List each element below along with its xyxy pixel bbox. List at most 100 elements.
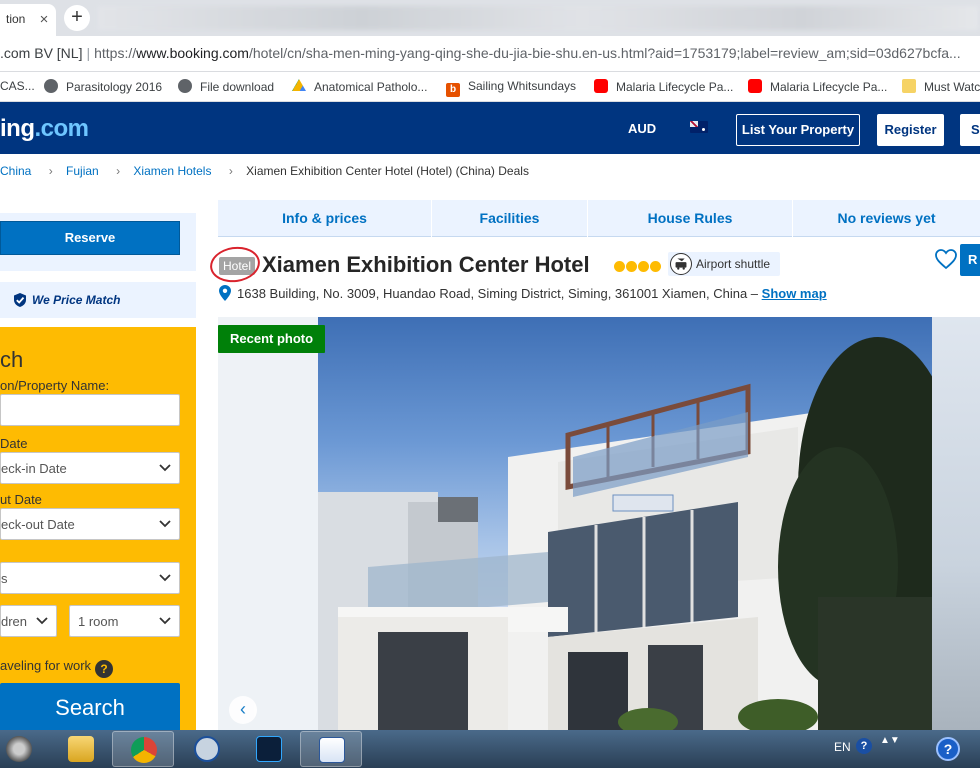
shuttle-bus-icon <box>670 253 692 275</box>
breadcrumb-separator: › <box>48 164 53 178</box>
bookmarks-bar: CAS... Parasitology 2016 File download A… <box>0 72 980 102</box>
browser-tab-active[interactable]: tion × <box>0 4 56 36</box>
address-text: 1638 Building, No. 3009, Huandao Road, S… <box>237 286 759 301</box>
rooms-select[interactable]: 1 room <box>69 605 180 637</box>
airport-shuttle-badge[interactable]: Airport shuttle <box>668 252 781 276</box>
hotel-building-illustration <box>318 337 932 730</box>
url-host: www.booking.com <box>136 45 249 61</box>
tab-info-prices[interactable]: Info & prices <box>218 200 432 237</box>
taskbar-app-active[interactable] <box>300 731 362 767</box>
currency-selector[interactable]: AUD <box>628 121 656 136</box>
tray-arrows-icon[interactable]: ▲▼ <box>880 736 900 746</box>
top-reserve-button[interactable]: R <box>960 244 980 276</box>
signin-button[interactable]: Si <box>960 114 980 146</box>
checkout-placeholder: eck-out Date <box>1 517 75 532</box>
url-scheme: https:// <box>94 45 137 61</box>
breadcrumb-separator: › <box>116 164 121 178</box>
chevron-down-icon <box>36 617 48 625</box>
explorer-icon <box>68 736 94 762</box>
australia-flag-icon[interactable] <box>690 121 708 133</box>
chrome-icon <box>131 737 157 763</box>
price-match-panel[interactable]: We Price Match <box>0 282 196 318</box>
show-map-link[interactable]: Show map <box>762 286 827 301</box>
windows-taskbar: EN ? ▲▼ ? <box>0 730 980 768</box>
tab-reviews[interactable]: No reviews yet <box>793 200 980 237</box>
breadcrumb-separator: › <box>228 164 233 178</box>
breadcrumb-link[interactable]: Fujian <box>66 164 99 178</box>
bookmark-item[interactable]: Malaria Lifecycle Pa... <box>594 79 733 94</box>
tab-facilities[interactable]: Facilities <box>432 200 588 237</box>
star-icon <box>626 261 637 272</box>
heart-icon[interactable] <box>934 248 958 270</box>
bookmark-item[interactable]: Malaria Lifecycle Pa... <box>748 79 887 94</box>
bookmark-item[interactable]: Parasitology 2016 <box>44 79 162 94</box>
star-icon <box>650 261 661 272</box>
breadcrumb: China › Fujian › Xiamen Hotels › Xiamen … <box>0 164 529 178</box>
destination-label: on/Property Name: <box>0 378 110 393</box>
bookmark-item[interactable]: Must Watc <box>902 79 980 94</box>
photoshop-icon <box>256 736 282 762</box>
register-button[interactable]: Register <box>877 114 944 146</box>
chevron-down-icon <box>159 617 171 625</box>
next-photo-preview[interactable] <box>932 317 980 730</box>
taskbar-app[interactable] <box>238 731 300 767</box>
globe-icon <box>44 79 58 93</box>
search-button[interactable]: Search <box>0 683 180 737</box>
property-nav: Info & prices Facilities House Rules No … <box>218 200 980 237</box>
breadcrumb-link[interactable]: China <box>0 164 31 178</box>
search-title: ch <box>0 347 24 372</box>
reserve-panel: Reserve <box>0 213 196 271</box>
help-icon[interactable]: ? <box>936 737 960 761</box>
shield-check-icon <box>14 293 26 307</box>
checkin-select[interactable]: eck-in Date <box>0 452 180 484</box>
hotel-address: 1638 Building, No. 3009, Huandao Road, S… <box>219 285 827 301</box>
bookmark-item[interactable]: File download <box>178 79 274 94</box>
url-path: /hotel/cn/sha-men-ming-yang-qing-she-du-… <box>248 45 961 61</box>
photo-gallery <box>218 317 980 730</box>
list-property-button[interactable]: List Your Property <box>736 114 860 146</box>
previous-photo-button[interactable]: ‹ <box>229 696 257 724</box>
work-travel-checkbox-label[interactable]: aveling for work? <box>0 658 114 678</box>
hotel-main-photo[interactable] <box>318 317 932 730</box>
guests-select[interactable]: s <box>0 562 180 594</box>
checkout-select[interactable]: eck-out Date <box>0 508 180 540</box>
media-icon <box>6 736 32 762</box>
help-icon[interactable]: ? <box>95 660 114 678</box>
star-rating <box>614 260 662 272</box>
destination-input[interactable] <box>0 394 180 426</box>
children-select[interactable]: dren <box>0 605 57 637</box>
star-icon <box>614 261 625 272</box>
language-indicator[interactable]: EN <box>834 740 851 754</box>
taskbar-app[interactable] <box>50 731 112 767</box>
price-match-label: We Price Match <box>32 293 121 307</box>
breadcrumb-current: Xiamen Exhibition Center Hotel (Hotel) (… <box>246 164 529 178</box>
search-panel: ch on/Property Name: Date eck-in Date ut… <box>0 327 196 737</box>
bookmark-item[interactable]: Anatomical Patholo... <box>292 79 427 94</box>
youtube-icon <box>594 79 608 93</box>
hp-icon <box>194 736 220 762</box>
drive-icon <box>292 79 306 92</box>
new-tab-button[interactable]: + <box>64 5 90 31</box>
breadcrumb-link[interactable]: Xiamen Hotels <box>133 164 211 178</box>
bookmark-item[interactable]: b Sailing Whitsundays <box>446 79 576 97</box>
tab-house-rules[interactable]: House Rules <box>588 200 793 237</box>
background-tabs[interactable] <box>98 6 978 30</box>
word-icon <box>319 737 345 763</box>
url-text[interactable]: .com BV [NL] | https://www.booking.com/hot… <box>0 45 980 61</box>
youtube-icon <box>748 79 762 93</box>
bookmark-item[interactable]: CAS... <box>0 79 35 93</box>
annotation-circle <box>207 243 263 286</box>
taskbar-app-active[interactable] <box>112 731 174 767</box>
booking-logo[interactable]: ing.com <box>0 115 89 143</box>
certificate-label[interactable]: .com BV [NL] <box>0 45 82 61</box>
browser-tab-title: tion <box>6 12 26 26</box>
taskbar-app[interactable] <box>176 731 238 767</box>
map-pin-icon <box>219 285 231 301</box>
reserve-button[interactable]: Reserve <box>0 221 180 255</box>
help-icon[interactable]: ? <box>856 738 872 754</box>
close-icon[interactable]: × <box>36 12 52 28</box>
chevron-down-icon <box>159 520 171 528</box>
url-separator: | <box>86 45 91 61</box>
recent-photo-badge: Recent photo <box>218 325 326 353</box>
address-bar[interactable]: .com BV [NL] | https://www.booking.com/hot… <box>0 36 980 72</box>
